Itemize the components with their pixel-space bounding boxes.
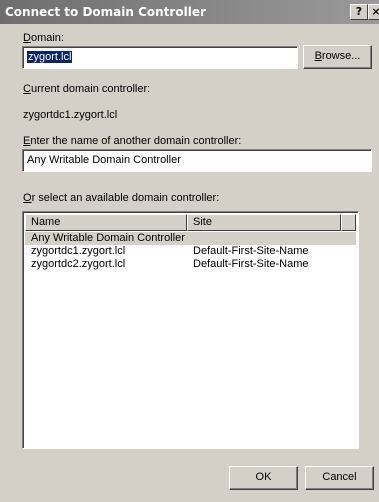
list-item[interactable]: zygortdc1.zygort.lcl Default-First-Site-… xyxy=(25,245,356,258)
enter-dc-label-rest: nter the name of another domain controll… xyxy=(30,135,242,147)
list-item-site: Default-First-Site-Name xyxy=(193,258,309,270)
enter-dc-label: Enter the name of another domain control… xyxy=(23,135,241,147)
browse-label-rest: rowse... xyxy=(321,50,361,62)
dc-name-input[interactable]: Any Writable Domain Controller xyxy=(22,149,372,172)
list-item-name: Any Writable Domain Controller xyxy=(31,232,185,244)
list-item[interactable]: Any Writable Domain Controller xyxy=(25,232,356,245)
browse-button[interactable]: Browse... xyxy=(303,45,372,69)
current-dc-value: zygortdc1.zygort.lcl xyxy=(23,109,118,121)
list-item-name: zygortdc1.zygort.lcl xyxy=(31,245,126,257)
domain-label: Domain: xyxy=(23,32,64,44)
list-item-site: Default-First-Site-Name xyxy=(193,245,309,257)
select-dc-label-rest: r select an available domain controller: xyxy=(31,192,220,204)
browse-mnemonic: B xyxy=(314,50,322,62)
current-dc-label-rest: urrent domain controller: xyxy=(30,83,151,95)
window-title: Connect to Domain Controller xyxy=(5,5,206,19)
domain-input-selected-text: zygort.lcl xyxy=(27,51,73,63)
domain-label-rest: omain: xyxy=(30,32,64,44)
column-header-name[interactable]: Name xyxy=(25,214,187,231)
cancel-button[interactable]: Cancel xyxy=(305,466,374,490)
dc-name-input-value: Any Writable Domain Controller xyxy=(27,154,181,166)
domain-input-value: zygort.lcl xyxy=(27,51,73,63)
select-dc-label: Or select an available domain controller… xyxy=(23,192,219,204)
current-dc-label: Current domain controller: xyxy=(23,83,150,95)
select-dc-mnemonic: O xyxy=(23,192,32,204)
help-button[interactable]: ? xyxy=(350,4,368,20)
list-item[interactable]: zygortdc2.zygort.lcl Default-First-Site-… xyxy=(25,258,356,271)
ok-button[interactable]: OK xyxy=(229,466,298,490)
list-item-name: zygortdc2.zygort.lcl xyxy=(31,258,126,270)
domain-label-mnemonic: D xyxy=(23,32,31,44)
column-header-filler xyxy=(341,214,356,231)
title-bar: Connect to Domain Controller ? × xyxy=(0,0,379,24)
close-button[interactable]: × xyxy=(368,4,379,20)
domain-input[interactable]: zygort.lcl xyxy=(22,46,298,69)
current-dc-mnemonic: C xyxy=(23,83,31,95)
dc-list[interactable]: Name Site Any Writable Domain Controller… xyxy=(22,211,359,449)
column-header-site[interactable]: Site xyxy=(187,214,341,231)
